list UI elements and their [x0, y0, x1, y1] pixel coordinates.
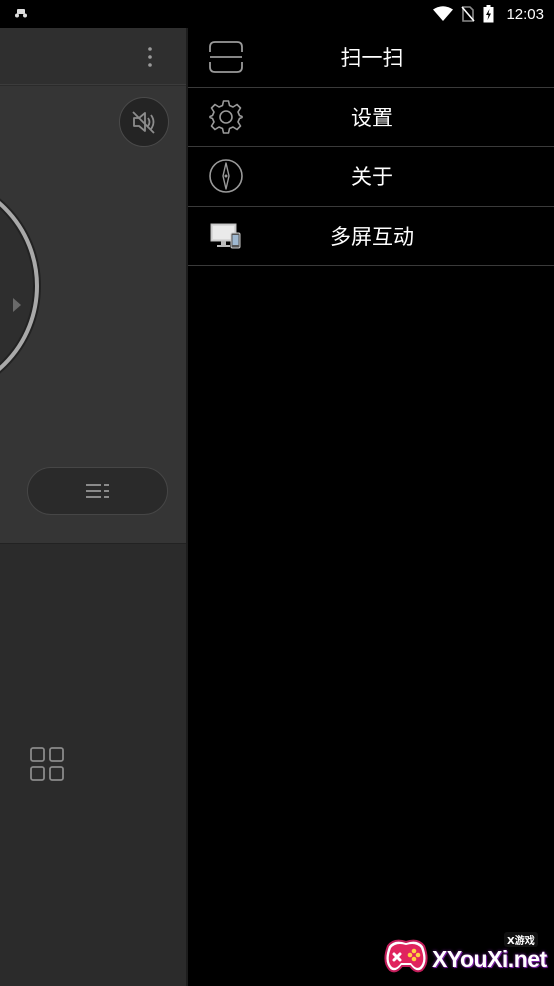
watermark-tag: X游戏 — [504, 932, 538, 947]
gamepad-logo-icon — [384, 939, 428, 973]
mute-icon — [132, 111, 155, 134]
menu-list-icon — [85, 484, 109, 498]
multi-screen-icon — [208, 218, 244, 254]
watermark: X游戏 XYouXi.net — [380, 930, 552, 984]
status-bar: 12:03 — [0, 0, 554, 28]
app-toolbar — [0, 28, 186, 85]
watermark-text: XYouXi.net — [432, 946, 547, 972]
drawer-item-about[interactable]: 关于 — [188, 147, 554, 207]
menu-button[interactable] — [27, 467, 168, 515]
drawer-item-scan[interactable]: 扫一扫 — [188, 28, 554, 88]
settings-gear-icon — [208, 99, 244, 135]
battery-charging-icon — [483, 5, 494, 23]
wifi-icon — [433, 6, 454, 21]
remote-panel — [0, 86, 186, 544]
mute-button[interactable] — [119, 97, 169, 147]
no-sim-icon — [461, 6, 476, 22]
drawer-item-multi-screen[interactable]: 多屏互动 — [188, 207, 554, 266]
status-icons: 12:03 — [433, 3, 544, 25]
notification-app-icon — [15, 9, 27, 18]
navigation-drawer: 扫一扫 设置 关于 多屏互动 — [186, 28, 554, 986]
dial-right-arrow-icon[interactable] — [13, 298, 21, 312]
compass-icon — [208, 158, 244, 194]
grid-icon[interactable] — [30, 747, 64, 781]
scan-icon — [208, 39, 244, 75]
overflow-menu-icon[interactable] — [143, 44, 157, 70]
remote-app-background — [0, 28, 186, 986]
direction-dial[interactable] — [0, 174, 39, 398]
drawer-item-settings[interactable]: 设置 — [188, 88, 554, 147]
status-time: 12:03 — [506, 5, 544, 23]
